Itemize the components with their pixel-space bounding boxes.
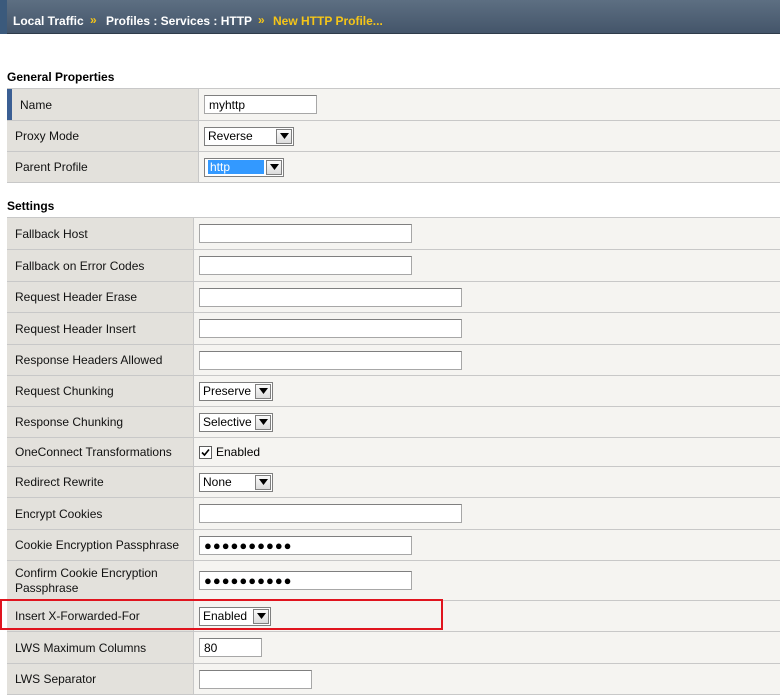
- lws-separator-input[interactable]: [199, 669, 312, 689]
- row-confirm-passphrase: Confirm Cookie Encryption Passphrase ●●●…: [7, 561, 780, 601]
- row-redirect-rewrite: Redirect Rewrite None: [7, 467, 780, 498]
- request-chunking-label: Request Chunking: [7, 376, 194, 406]
- lws-max-columns-input[interactable]: 80: [199, 638, 262, 657]
- breadcrumb-current: New HTTP Profile...: [273, 14, 383, 28]
- parent-profile-value: http: [208, 160, 264, 174]
- lws-max-columns-label: LWS Maximum Columns: [7, 632, 194, 663]
- chevron-down-icon: [276, 128, 292, 144]
- chevron-down-icon: [266, 159, 282, 175]
- breadcrumb-accent: [0, 0, 7, 34]
- insert-xff-select[interactable]: Enabled: [199, 606, 271, 626]
- encrypt-cookies-input[interactable]: [199, 504, 462, 523]
- row-cookie-passphrase: Cookie Encryption Passphrase ●●●●●●●●●●: [7, 530, 780, 561]
- confirm-passphrase-input[interactable]: ●●●●●●●●●●: [199, 571, 412, 590]
- row-fallback-error-codes: Fallback on Error Codes: [7, 250, 780, 282]
- cookie-passphrase-label: Cookie Encryption Passphrase: [7, 530, 194, 560]
- encrypt-cookies-label: Encrypt Cookies: [7, 498, 194, 529]
- oneconnect-checkbox[interactable]: [199, 445, 212, 459]
- chevron-down-icon: [255, 383, 271, 399]
- row-oneconnect: OneConnect Transformations Enabled: [7, 438, 780, 467]
- insert-xff-label: Insert X-Forwarded-For: [7, 601, 194, 631]
- row-parent-profile: Parent Profile http: [7, 152, 780, 183]
- row-insert-xff: Insert X-Forwarded-For Enabled: [7, 601, 780, 632]
- row-name: Name myhttp: [7, 89, 780, 121]
- row-fallback-host: Fallback Host: [7, 218, 780, 250]
- checkmark-icon: [201, 448, 210, 456]
- insert-xff-value: Enabled: [203, 609, 248, 623]
- breadcrumb-local-traffic[interactable]: Local Traffic: [13, 14, 84, 28]
- request-chunking-select[interactable]: Preserve: [199, 381, 273, 401]
- chevron-down-icon: [255, 414, 271, 430]
- row-request-header-erase: Request Header Erase: [7, 282, 780, 313]
- name-input[interactable]: myhttp: [204, 95, 317, 114]
- redirect-rewrite-value: None: [203, 475, 232, 489]
- breadcrumb-separator-icon: »: [258, 13, 265, 27]
- redirect-rewrite-select[interactable]: None: [199, 472, 273, 492]
- parent-profile-label: Parent Profile: [7, 152, 199, 182]
- row-response-chunking: Response Chunking Selective: [7, 407, 780, 438]
- row-request-chunking: Request Chunking Preserve: [7, 376, 780, 407]
- proxy-mode-select[interactable]: Reverse: [204, 126, 294, 146]
- settings-table: Fallback Host Fallback on Error Codes Re…: [7, 217, 780, 695]
- request-header-erase-input[interactable]: [199, 287, 462, 307]
- general-properties-title: General Properties: [7, 70, 115, 84]
- proxy-mode-value: Reverse: [208, 129, 253, 143]
- row-proxy-mode: Proxy Mode Reverse: [7, 121, 780, 152]
- fallback-host-label: Fallback Host: [7, 218, 194, 249]
- chevron-down-icon: [253, 608, 269, 624]
- row-encrypt-cookies: Encrypt Cookies: [7, 498, 780, 530]
- parent-profile-select[interactable]: http: [204, 157, 284, 177]
- request-header-erase-label: Request Header Erase: [7, 282, 194, 312]
- response-headers-allowed-label: Response Headers Allowed: [7, 345, 194, 375]
- breadcrumb: Local Traffic » Profiles : Services : HT…: [0, 0, 780, 34]
- cookie-passphrase-input[interactable]: ●●●●●●●●●●: [199, 535, 412, 555]
- chevron-down-icon: [255, 474, 271, 490]
- response-chunking-value: Selective: [203, 415, 252, 429]
- settings-title: Settings: [7, 199, 55, 213]
- response-headers-allowed-input[interactable]: [199, 350, 462, 370]
- breadcrumb-separator-icon: »: [90, 13, 97, 27]
- general-properties-table: Name myhttp Proxy Mode Reverse Parent Pr…: [7, 88, 780, 183]
- oneconnect-label: OneConnect Transformations: [7, 438, 194, 466]
- redirect-rewrite-label: Redirect Rewrite: [7, 467, 194, 497]
- request-header-insert-input[interactable]: [199, 319, 462, 338]
- request-chunking-value: Preserve: [203, 384, 252, 398]
- breadcrumb-profiles-http[interactable]: Profiles : Services : HTTP: [106, 14, 252, 28]
- fallback-error-codes-input[interactable]: [199, 256, 412, 275]
- confirm-passphrase-label: Confirm Cookie Encryption Passphrase: [7, 561, 194, 600]
- row-request-header-insert: Request Header Insert: [7, 313, 780, 345]
- fallback-host-input[interactable]: [199, 224, 412, 243]
- proxy-mode-label: Proxy Mode: [7, 121, 199, 151]
- row-response-headers-allowed: Response Headers Allowed: [7, 345, 780, 376]
- response-chunking-select[interactable]: Selective: [199, 412, 273, 432]
- row-lws-separator: LWS Separator: [7, 664, 780, 695]
- fallback-error-codes-label: Fallback on Error Codes: [7, 250, 194, 281]
- name-label: Name: [7, 89, 199, 120]
- oneconnect-checkbox-label[interactable]: Enabled: [216, 445, 260, 459]
- response-chunking-label: Response Chunking: [7, 407, 194, 437]
- request-header-insert-label: Request Header Insert: [7, 313, 194, 344]
- row-lws-max-columns: LWS Maximum Columns 80: [7, 632, 780, 664]
